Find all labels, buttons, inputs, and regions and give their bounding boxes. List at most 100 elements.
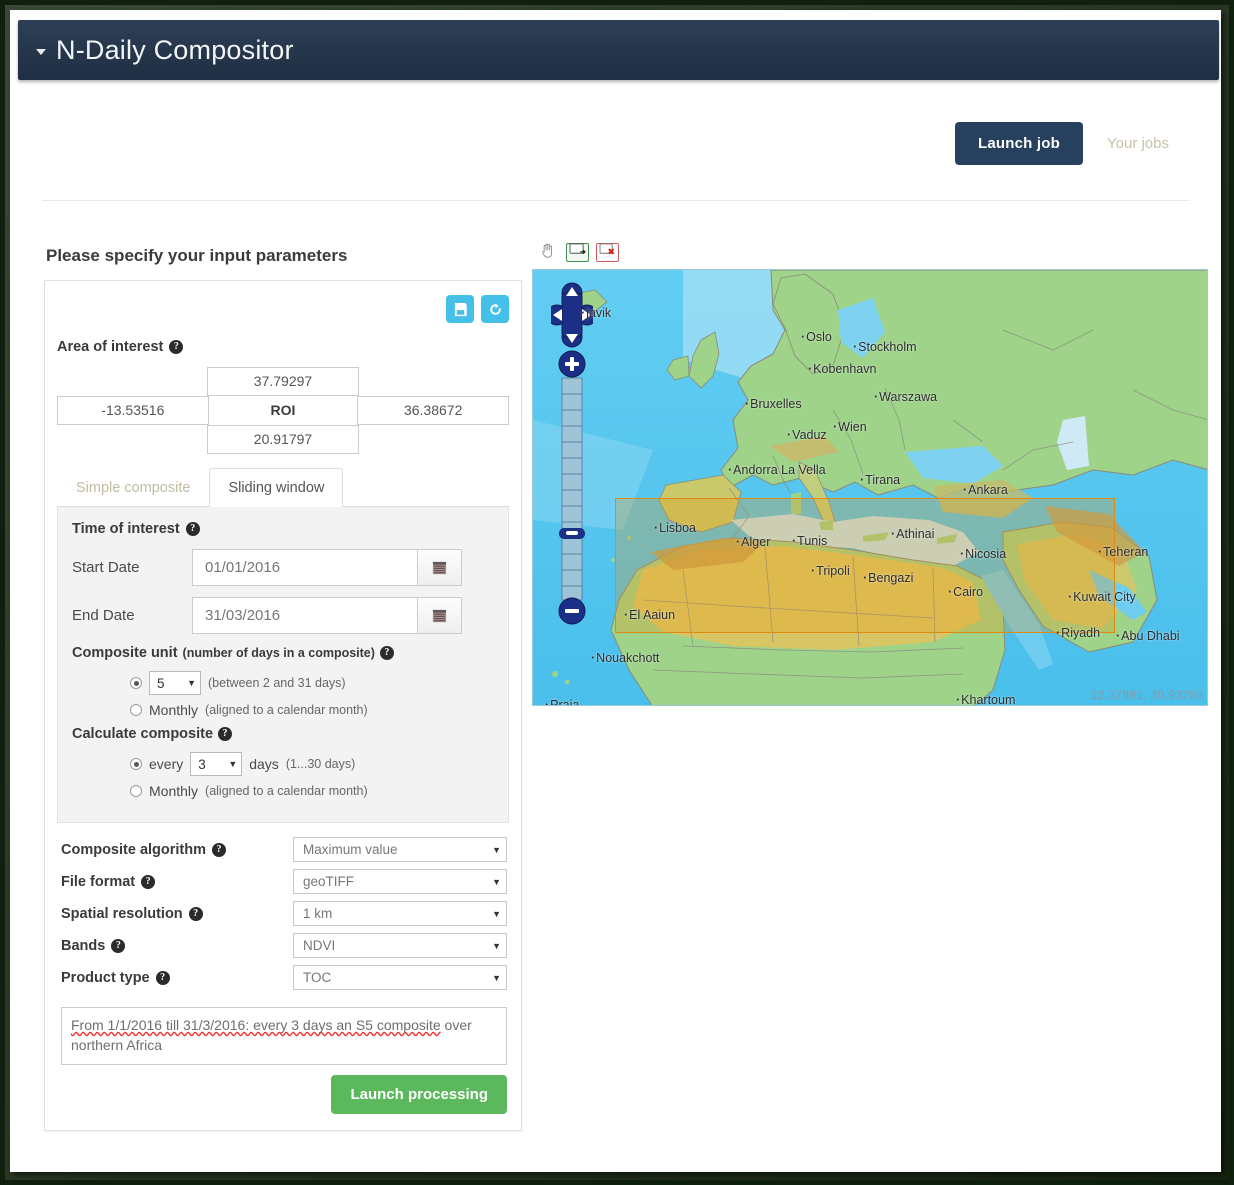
roi-center-label: ROI — [270, 402, 296, 418]
roi-north-input[interactable]: 37.79297 — [207, 367, 359, 396]
end-date-label: End Date — [72, 607, 135, 624]
composite-unit-days-select[interactable]: 5 ▼ — [149, 671, 201, 695]
help-icon[interactable]: ? — [111, 938, 126, 953]
file-format-label: File format ? — [61, 874, 293, 890]
map-column: javik Oslo Stockholm Kobenhavn Warszawa … — [532, 240, 1208, 706]
roi-west-input[interactable]: -13.53516 — [57, 396, 209, 425]
app-window: N-Daily Compositor Launch job Your jobs … — [10, 10, 1221, 1172]
map-city-label: Khartoum — [956, 693, 1015, 705]
help-icon[interactable]: ? — [155, 970, 170, 985]
launch-processing-button[interactable]: Launch processing — [331, 1075, 507, 1114]
map-city-label: javik — [581, 306, 611, 320]
map-view[interactable]: javik Oslo Stockholm Kobenhavn Warszawa … — [532, 269, 1208, 706]
roi-coordinate-grid: 37.79297 -13.53516 ROI 36.38672 20.91797 — [57, 367, 509, 454]
map-city-label: El Aaiun — [624, 608, 675, 622]
spatial-resolution-select[interactable]: 1 km ▼ — [293, 901, 507, 926]
composite-unit-monthly-radio[interactable] — [130, 704, 142, 716]
calculate-composite-monthly-radio[interactable] — [130, 785, 142, 797]
save-button[interactable] — [446, 295, 474, 323]
chevron-down-icon: ▼ — [492, 972, 501, 983]
option-row-composite-algorithm: Composite algorithm ? Maximum value ▼ — [61, 837, 507, 862]
map-city-label: Kobenhavn — [808, 362, 876, 376]
option-row-product-type: Product type ? TOC ▼ — [61, 965, 507, 990]
end-date-input[interactable] — [192, 597, 418, 634]
calculate-composite-days-select[interactable]: 3 ▼ — [190, 752, 243, 776]
map-city-label: Andorra La Vella — [728, 463, 825, 477]
job-description-textarea[interactable]: From 1/1/2016 till 31/3/2016: every 3 da… — [61, 1007, 507, 1065]
help-icon[interactable]: ? — [212, 842, 227, 857]
time-of-interest-block: Time of interest ? Start Date End Date — [57, 507, 509, 823]
help-icon[interactable]: ? — [141, 874, 156, 889]
roi-north-row: 37.79297 — [57, 367, 509, 396]
reset-button[interactable] — [481, 295, 509, 323]
pan-hand-tool[interactable] — [536, 243, 559, 262]
launch-processing-row: Launch processing — [57, 1065, 509, 1118]
launch-job-button[interactable]: Launch job — [955, 122, 1083, 165]
composite-unit-detail: (number of days in a composite) — [182, 646, 375, 660]
parameters-card: Area of interest ? 37.79297 -13.53516 RO… — [44, 280, 522, 1131]
product-type-select[interactable]: TOC ▼ — [293, 965, 507, 990]
composite-algorithm-label: Composite algorithm ? — [61, 842, 293, 858]
calculate-composite-monthly-label: Monthly — [149, 783, 199, 799]
calendar-icon — [432, 560, 447, 575]
start-date-picker-button[interactable] — [418, 549, 462, 586]
map-city-label: Athinai — [891, 527, 934, 541]
map-city-label: Tirana — [860, 473, 900, 487]
delete-rectangle-icon — [599, 243, 616, 262]
refresh-reset-icon — [488, 302, 503, 317]
draw-rectangle-tool[interactable] — [566, 243, 589, 262]
map-city-label: Warszawa — [874, 390, 937, 404]
map-basemap — [533, 270, 1207, 705]
window-titlebar: N-Daily Compositor — [18, 20, 1219, 80]
map-city-label: Kuwait City — [1068, 590, 1136, 604]
chevron-down-icon: ▼ — [492, 876, 501, 887]
map-city-label: Wien — [833, 420, 866, 434]
tab-simple-composite[interactable]: Simple composite — [57, 468, 209, 507]
delete-rectangle-tool[interactable] — [596, 243, 619, 262]
your-jobs-tab[interactable]: Your jobs — [1093, 122, 1183, 165]
roi-selection-rectangle[interactable] — [615, 498, 1115, 633]
calculate-composite-every-suffix: days — [249, 756, 279, 772]
bands-label: Bands ? — [61, 938, 293, 954]
calculate-composite-every-row: every 3 ▼ days (1...30 days) — [130, 752, 494, 776]
roi-east-input[interactable]: 36.38672 — [357, 396, 509, 425]
page-title: N-Daily Compositor — [56, 34, 294, 65]
composite-unit-monthly-label: Monthly — [149, 702, 199, 718]
map-coordinate-readout: 22.37891, 30.93750 — [1090, 688, 1203, 702]
help-icon[interactable]: ? — [169, 340, 184, 354]
map-city-label: Bengazi — [863, 571, 913, 585]
chevron-down-icon: ▼ — [492, 908, 501, 919]
help-icon[interactable]: ? — [185, 522, 200, 536]
roi-south-input[interactable]: 20.91797 — [207, 425, 359, 454]
map-city-label: Vaduz — [787, 428, 827, 442]
draw-rectangle-icon — [569, 243, 586, 262]
map-zoom-slider[interactable] — [558, 350, 586, 625]
caret-down-icon[interactable] — [36, 49, 46, 55]
composite-algorithm-select[interactable]: Maximum value ▼ — [293, 837, 507, 862]
description-wrapper: From 1/1/2016 till 31/3/2016: every 3 da… — [57, 1007, 509, 1065]
help-icon[interactable]: ? — [188, 906, 203, 921]
map-city-label: Bruxelles — [745, 397, 801, 411]
bands-select[interactable]: NDVI ▼ — [293, 933, 507, 958]
calculate-composite-every-note: (1...30 days) — [285, 757, 356, 771]
map-city-label: Teheran — [1098, 545, 1148, 559]
roi-south-row: 20.91797 — [57, 425, 509, 454]
composite-unit-monthly-row: Monthly (aligned to a calendar month) — [130, 702, 494, 718]
composite-unit-days-radio[interactable] — [130, 677, 142, 689]
calculate-composite-every-radio[interactable] — [130, 758, 142, 770]
header-divider — [42, 200, 1189, 201]
start-date-label: Start Date — [72, 559, 140, 576]
end-date-picker-button[interactable] — [418, 597, 462, 634]
tab-sliding-window[interactable]: Sliding window — [209, 468, 344, 507]
file-format-select[interactable]: geoTIFF ▼ — [293, 869, 507, 894]
help-icon[interactable]: ? — [218, 727, 233, 741]
map-city-label: Nicosia — [960, 547, 1006, 561]
chevron-down-icon: ▼ — [492, 940, 501, 951]
option-row-file-format: File format ? geoTIFF ▼ — [61, 869, 507, 894]
map-city-label: Stockholm — [853, 340, 916, 354]
start-date-input[interactable] — [192, 549, 418, 586]
help-icon[interactable]: ? — [379, 646, 394, 660]
jobs-tabbar: Launch job Your jobs — [955, 122, 1183, 165]
composite-unit-days-row: 5 ▼ (between 2 and 31 days) — [130, 671, 494, 695]
spatial-resolution-label: Spatial resolution ? — [61, 906, 293, 922]
